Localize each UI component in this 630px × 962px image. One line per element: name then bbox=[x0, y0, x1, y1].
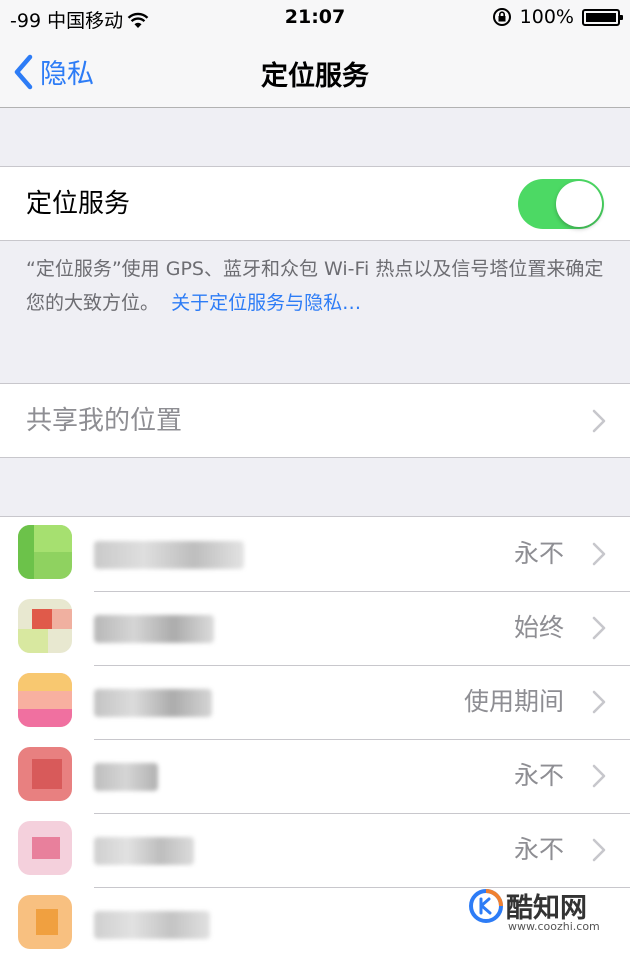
app-icon bbox=[18, 821, 72, 875]
app-permission-status: 永不 bbox=[513, 539, 564, 568]
status-right: 100% bbox=[492, 6, 623, 28]
share-location-label: 共享我的位置 bbox=[26, 406, 183, 436]
app-icon bbox=[18, 895, 72, 949]
location-services-group: 定位服务 bbox=[0, 166, 630, 241]
chevron-right-icon bbox=[592, 764, 606, 788]
app-name-blurred bbox=[94, 911, 210, 939]
app-permission-status: 永不 bbox=[513, 761, 564, 790]
watermark: 酷知网 www.coozhi.com bbox=[468, 880, 628, 950]
navigation-bar: 隐私 定位服务 bbox=[0, 36, 630, 108]
status-bar: -99 中国移动 21:07 100% bbox=[0, 0, 630, 36]
app-row[interactable]: 使用期间 bbox=[0, 665, 630, 739]
app-name-blurred bbox=[94, 615, 214, 643]
app-name-blurred bbox=[94, 837, 194, 865]
app-name-blurred bbox=[94, 763, 158, 791]
app-icon bbox=[18, 673, 72, 727]
app-row[interactable]: 永不 bbox=[0, 517, 630, 591]
chevron-right-icon bbox=[592, 838, 606, 862]
toggle-knob bbox=[556, 181, 602, 227]
app-permission-status: 始终 bbox=[513, 613, 564, 642]
privacy-link[interactable]: 关于定位服务与隐私… bbox=[171, 292, 361, 314]
coozhi-logo-icon bbox=[469, 889, 503, 923]
app-permission-status: 使用期间 bbox=[463, 687, 564, 716]
app-icon bbox=[18, 525, 72, 579]
share-location-group: 共享我的位置 bbox=[0, 383, 630, 458]
rotation-lock-icon bbox=[492, 8, 511, 26]
app-row[interactable]: 永不 bbox=[0, 739, 630, 813]
watermark-url: www.coozhi.com bbox=[508, 920, 600, 933]
chevron-right-icon bbox=[592, 409, 606, 433]
app-name-blurred bbox=[94, 689, 212, 717]
app-icon bbox=[18, 747, 72, 801]
page-title: 定位服务 bbox=[261, 61, 369, 92]
location-services-footer: “定位服务”使用 GPS、蓝牙和众包 Wi-Fi 热点以及信号塔位置来确定您的大… bbox=[26, 252, 616, 320]
battery-icon bbox=[582, 8, 623, 26]
chevron-right-icon bbox=[592, 542, 606, 566]
app-permission-status: 永不 bbox=[513, 835, 564, 864]
share-location-row[interactable]: 共享我的位置 bbox=[0, 384, 630, 458]
battery-percent: 100% bbox=[519, 6, 574, 28]
footer-spacer bbox=[159, 292, 171, 314]
app-name-blurred bbox=[94, 541, 244, 569]
location-services-label: 定位服务 bbox=[26, 189, 131, 219]
app-icon bbox=[18, 599, 72, 653]
location-services-row: 定位服务 bbox=[0, 167, 630, 241]
chevron-right-icon bbox=[592, 616, 606, 640]
chevron-right-icon bbox=[592, 690, 606, 714]
app-row[interactable]: 始终 bbox=[0, 591, 630, 665]
location-services-toggle[interactable] bbox=[518, 179, 604, 229]
app-row[interactable]: 永不 bbox=[0, 813, 630, 887]
